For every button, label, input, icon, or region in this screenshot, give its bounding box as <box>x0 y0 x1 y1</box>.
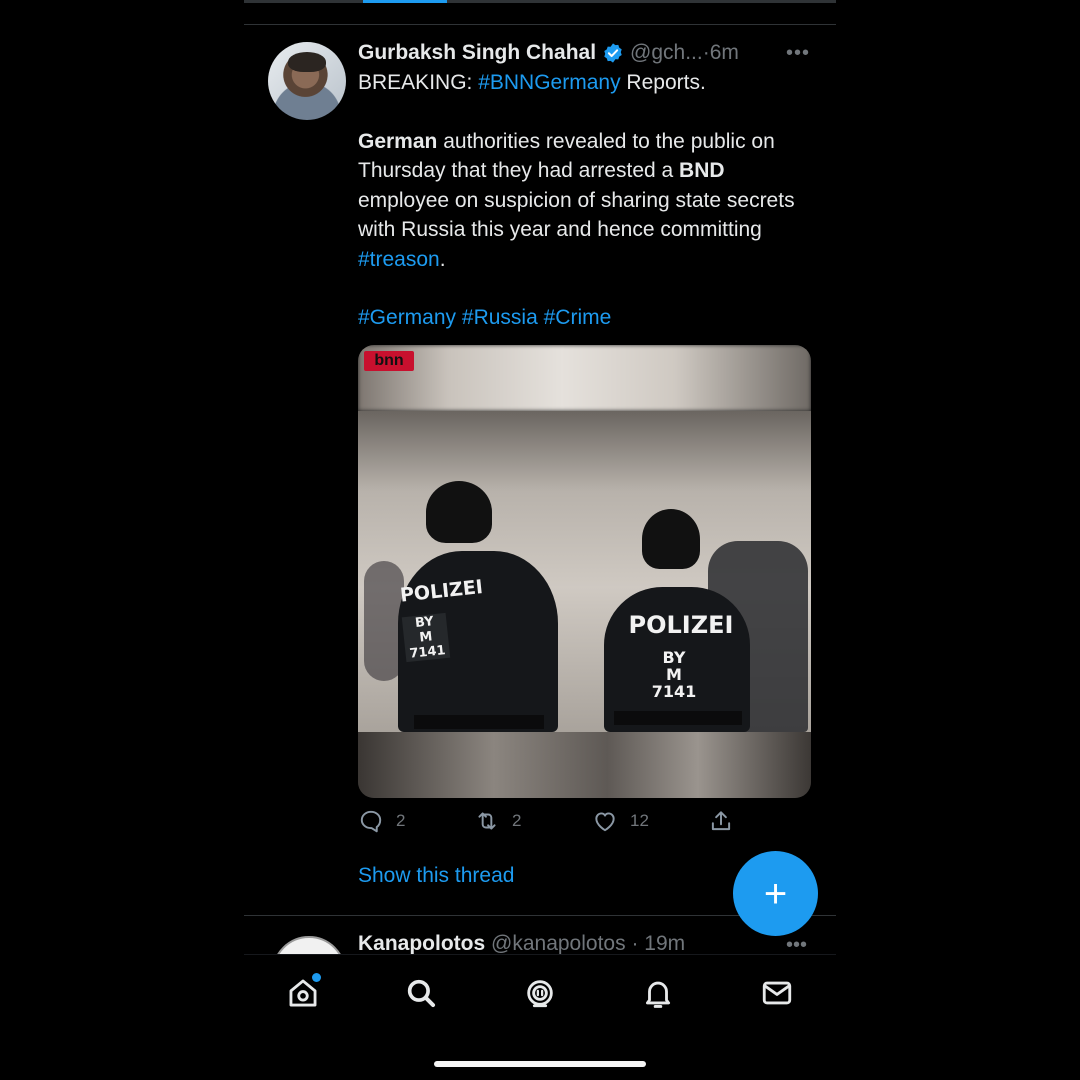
messages-icon <box>762 981 792 1005</box>
next-author-handle[interactable]: @kanapolotos <box>491 932 626 954</box>
tab-messages[interactable] <box>757 973 797 1013</box>
verified-badge-icon <box>604 43 622 63</box>
new-content-dot <box>312 973 321 982</box>
tweet-line-1: BREAKING: #BNNGermany Reports. <box>358 68 808 98</box>
bnn-watermark: bnn <box>364 351 414 371</box>
avatar-hair <box>288 52 326 72</box>
share-icon <box>711 811 731 831</box>
compose-tweet-button[interactable]: + <box>733 851 818 936</box>
like-count: 12 <box>630 811 649 830</box>
bold-german: German <box>358 129 438 153</box>
timeline-screen: Gurbaksh Singh Chahal @gch... · 6m ••• B… <box>244 0 836 1080</box>
tweet-header: Gurbaksh Singh Chahal @gch... · 6m <box>358 38 828 68</box>
officer-right-hat <box>642 509 700 569</box>
author-name[interactable]: Gurbaksh Singh Chahal <box>358 41 596 65</box>
active-tab-indicator <box>363 0 447 3</box>
patch-right-id: BY M 7141 <box>651 648 697 701</box>
patch-right-title: POLIZEI <box>628 611 734 639</box>
share-button[interactable] <box>708 808 746 834</box>
hashtag-germany[interactable]: #Germany <box>358 306 456 329</box>
tweet-media-image[interactable]: bnn POLIZEI BY M 7141 POLIZEI BY M 7141 <box>358 345 811 798</box>
tweet-actions: 2 2 12 <box>358 808 828 840</box>
officer-right-belt <box>614 711 742 725</box>
media-blur-top <box>358 345 811 411</box>
tweet-text: BREAKING: #BNNGermany Reports. German au… <box>358 68 808 333</box>
next-author-name[interactable]: Kanapolotos <box>358 932 485 954</box>
home-indicator[interactable] <box>434 1061 646 1067</box>
paragraph-text-2: employee on suspicion of sharing state s… <box>358 188 795 242</box>
tab-home[interactable] <box>283 973 323 1013</box>
tweet-time[interactable]: 6m <box>710 41 739 65</box>
tab-spaces[interactable] <box>520 973 560 1013</box>
hashtag-bnngermany[interactable]: #BNNGermany <box>478 71 620 94</box>
reports-label: Reports. <box>620 71 706 94</box>
hashtag-crime[interactable]: #Crime <box>544 306 612 329</box>
more-options-icon[interactable]: ••• <box>786 42 810 65</box>
like-button[interactable]: 12 <box>592 808 649 834</box>
reply-button[interactable]: 2 <box>358 808 405 834</box>
hashtag-russia[interactable]: #Russia <box>462 306 538 329</box>
author-avatar[interactable] <box>268 42 346 120</box>
heart-icon <box>595 812 615 832</box>
patch-left-id: BY M 7141 <box>401 612 451 663</box>
breaking-label: BREAKING: <box>358 71 479 94</box>
separator-dot: · <box>702 41 710 64</box>
hashtag-treason[interactable]: #treason <box>358 248 440 271</box>
next-tweet-time[interactable]: 19m <box>644 932 685 954</box>
next-tweet-header: Kanapolotos @kanapolotos · 19m <box>358 932 685 954</box>
divider <box>244 24 836 25</box>
next-author-avatar[interactable] <box>272 936 346 954</box>
tab-notifications[interactable] <box>638 973 678 1013</box>
search-icon <box>407 979 436 1008</box>
author-handle[interactable]: @gch... <box>630 41 703 65</box>
tab-search[interactable] <box>401 973 441 1013</box>
tweet-paragraph-2: German authorities revealed to the publi… <box>358 127 808 275</box>
spaces-icon <box>527 980 553 1008</box>
tweet-hashtags: #Germany #Russia #Crime <box>358 303 808 333</box>
show-thread-link[interactable]: Show this thread <box>358 864 514 888</box>
reply-count: 2 <box>396 811 406 830</box>
retweet-count: 2 <box>512 811 522 830</box>
separator-dot: · <box>631 932 639 954</box>
media-blur-bottom <box>358 732 811 798</box>
officer-left-hat <box>426 481 492 543</box>
bottom-tab-bar <box>244 954 836 1039</box>
reply-icon <box>360 810 382 833</box>
retweet-button[interactable]: 2 <box>474 808 521 834</box>
paragraph-end: . <box>439 247 446 271</box>
plus-icon: + <box>763 871 788 916</box>
notifications-icon <box>645 981 671 1008</box>
bold-bnd: BND <box>679 159 725 182</box>
police-photo: POLIZEI BY M 7141 POLIZEI BY M 7141 <box>358 411 811 732</box>
next-more-options-icon[interactable]: ••• <box>786 934 807 954</box>
retweet-icon <box>478 812 496 830</box>
officer-left-belt <box>414 715 544 729</box>
top-tab-indicator-track <box>244 0 836 3</box>
